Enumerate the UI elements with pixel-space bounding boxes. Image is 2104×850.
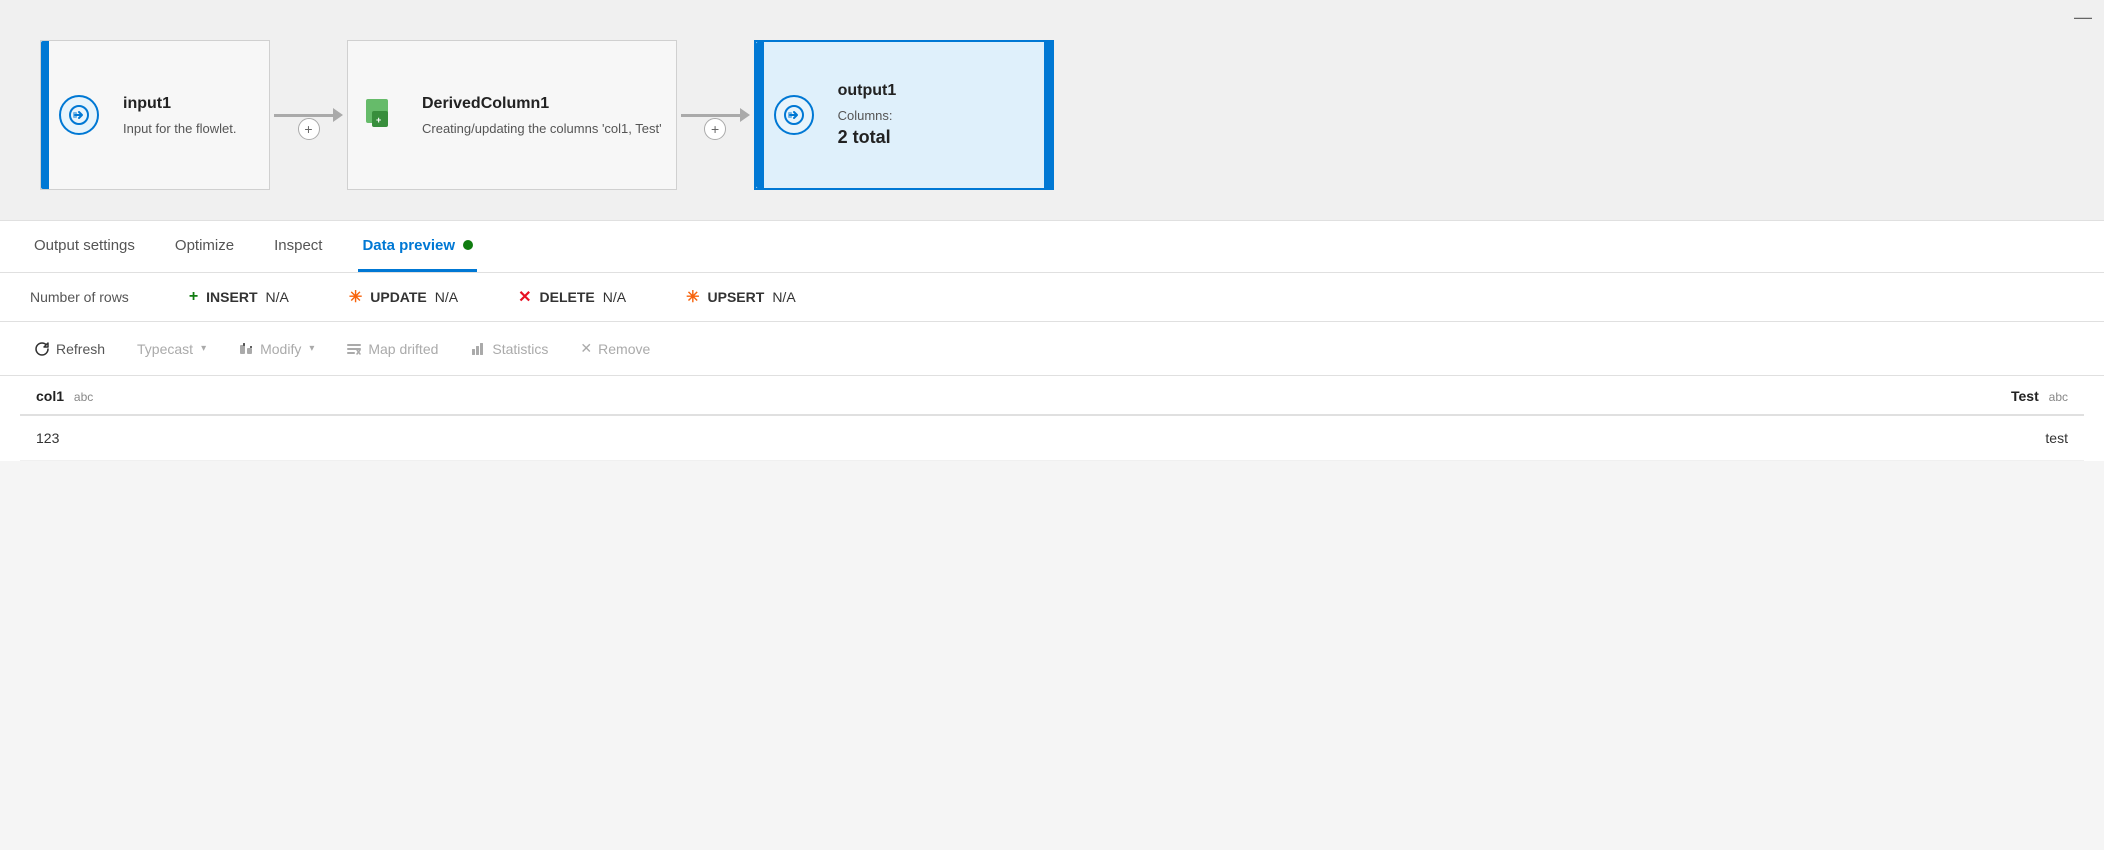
toolbar-row: Refresh Typecast ▾ Modify ▾ Map drift <box>0 322 2104 376</box>
add-node-button-2[interactable]: + <box>704 118 726 140</box>
tabs-row: Output settings Optimize Inspect Data pr… <box>0 221 2104 273</box>
upsert-label: UPSERT <box>708 289 765 305</box>
table-row: 123 test <box>20 415 2084 461</box>
test-name: Test <box>2011 388 2039 404</box>
map-drifted-button[interactable]: Map drifted <box>332 335 452 363</box>
node-derived-column1[interactable]: + DerivedColumn1 Creating/updating the c… <box>347 40 677 190</box>
test-header: Test abc <box>1054 376 2084 415</box>
connector-arrow-2 <box>740 108 750 122</box>
refresh-icon <box>34 341 50 357</box>
data-preview-indicator <box>463 240 473 250</box>
typecast-chevron: ▾ <box>201 343 206 354</box>
pipeline-canvas: input1 Input for the flowlet. + + <box>0 0 2104 220</box>
svg-text:+: + <box>376 115 381 125</box>
remove-button[interactable]: ✕ Remove <box>566 334 664 363</box>
data-table-area: col1 abc Test abc 123 test <box>0 376 2104 461</box>
test-cell: test <box>1054 415 2084 461</box>
insert-stat: + INSERT N/A <box>189 288 289 306</box>
upsert-stat: ✳ UPSERT N/A <box>686 287 796 307</box>
output-icon-col <box>764 42 824 188</box>
connector-1: + <box>270 108 347 122</box>
remove-x-icon: ✕ <box>580 340 592 357</box>
input-icon <box>59 95 99 135</box>
number-of-rows-label: Number of rows <box>30 289 129 305</box>
node-input1[interactable]: input1 Input for the flowlet. <box>40 40 270 190</box>
delete-label: DELETE <box>540 289 595 305</box>
output-left-bar <box>756 42 764 188</box>
connector-2: + <box>677 108 754 122</box>
node-input1-desc: Input for the flowlet. <box>123 121 255 136</box>
derived-icon-col: + <box>348 41 408 189</box>
bottom-panel: Output settings Optimize Inspect Data pr… <box>0 220 2104 461</box>
modify-icon <box>238 341 254 357</box>
add-node-button-1[interactable]: + <box>298 118 320 140</box>
delete-value: N/A <box>603 289 626 305</box>
minimize-button[interactable]: — <box>2074 8 2092 26</box>
statistics-button[interactable]: Statistics <box>456 335 562 363</box>
insert-icon: + <box>189 288 198 306</box>
delete-stat: ✕ DELETE N/A <box>518 287 626 307</box>
refresh-button[interactable]: Refresh <box>20 335 119 363</box>
map-drifted-icon <box>346 341 362 357</box>
node-output1-title: output1 <box>838 82 1030 100</box>
update-icon: ✳ <box>349 287 362 307</box>
node-input1-content: input1 Input for the flowlet. <box>109 41 269 189</box>
tab-output-settings[interactable]: Output settings <box>30 221 139 272</box>
upsert-value: N/A <box>772 289 795 305</box>
node-derived-content: DerivedColumn1 Creating/updating the col… <box>408 41 676 189</box>
output-icon <box>774 95 814 135</box>
insert-label: INSERT <box>206 289 257 305</box>
test-type: abc <box>2049 390 2068 404</box>
statistics-icon <box>470 341 486 357</box>
stats-bar: Number of rows + INSERT N/A ✳ UPDATE N/A… <box>0 273 2104 322</box>
node-output1[interactable]: output1 Columns: 2 total <box>754 40 1054 190</box>
col1-header: col1 abc <box>20 376 1054 415</box>
data-table: col1 abc Test abc 123 test <box>20 376 2084 461</box>
col1-cell: 123 <box>20 415 1054 461</box>
connector-line-1 <box>274 114 334 117</box>
connector-line-2 <box>681 114 741 117</box>
col1-name: col1 <box>36 388 64 404</box>
node-input1-title: input1 <box>123 95 255 113</box>
tab-data-preview[interactable]: Data preview <box>358 221 477 272</box>
update-stat: ✳ UPDATE N/A <box>349 287 458 307</box>
insert-value: N/A <box>266 289 289 305</box>
connector-arrow-1 <box>333 108 343 122</box>
node-icon-col <box>49 41 109 189</box>
output-right-bar <box>1044 42 1052 188</box>
delete-icon: ✕ <box>518 287 531 307</box>
tab-inspect[interactable]: Inspect <box>270 221 326 272</box>
node-output1-content: output1 Columns: 2 total <box>824 42 1044 188</box>
col1-type: abc <box>74 390 93 404</box>
update-value: N/A <box>435 289 458 305</box>
typecast-button[interactable]: Typecast ▾ <box>123 335 220 363</box>
modify-chevron: ▾ <box>309 343 314 354</box>
node-derived-desc: Creating/updating the columns 'col1, Tes… <box>422 121 662 136</box>
table-header-row: col1 abc Test abc <box>20 376 2084 415</box>
derived-column-icon: + <box>362 97 398 133</box>
node-output1-columns-label: Columns: <box>838 108 1030 123</box>
tab-optimize[interactable]: Optimize <box>171 221 238 272</box>
upsert-icon: ✳ <box>686 287 699 307</box>
update-label: UPDATE <box>370 289 427 305</box>
modify-button[interactable]: Modify ▾ <box>224 335 328 363</box>
node-derived-title: DerivedColumn1 <box>422 95 662 113</box>
node-left-bar <box>41 41 49 189</box>
node-output1-columns-value: 2 total <box>838 127 1030 148</box>
